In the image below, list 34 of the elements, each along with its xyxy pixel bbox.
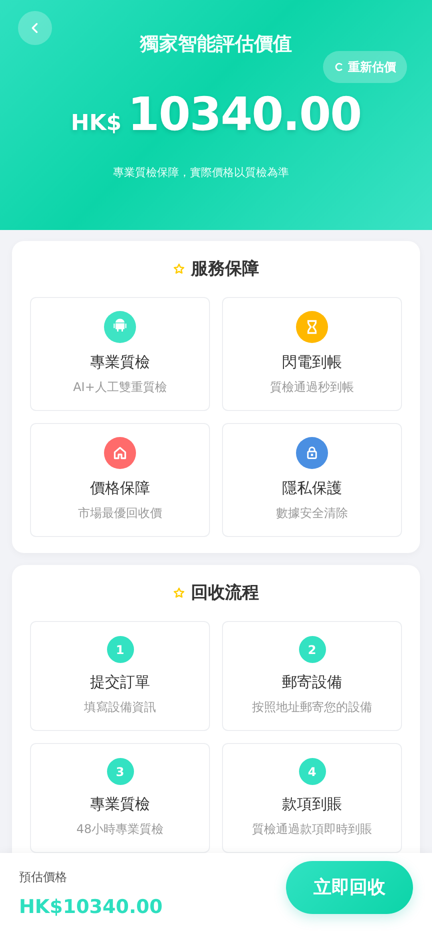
item-subtitle: 填寫設備資訊 [84,699,156,716]
section-title: 服務保障 [191,258,259,280]
item-title: 專業質檢 [90,353,150,372]
item-title: 隱私保護 [282,479,342,498]
page-title: 獨家智能評估價值 [140,32,292,57]
back-button[interactable] [18,11,52,45]
item-title: 閃電到帳 [282,353,342,372]
currency-label: HK$ [70,111,122,136]
step-number: 4 [298,758,326,785]
item-title: 價格保障 [90,479,150,498]
item-subtitle: 質檢通過款項即時到賬 [252,821,372,838]
item-subtitle: 數據安全清除 [276,505,348,522]
item-title: 提交訂單 [90,673,150,692]
step-number: 2 [298,636,326,663]
item-subtitle: 質檢通過秒到帳 [270,379,354,396]
refresh-icon [334,62,344,72]
price-label: 預估價格 [19,869,68,886]
item-subtitle: 48小時專業質檢 [76,821,164,838]
star-icon [173,586,185,598]
item-title: 款項到賬 [282,795,342,814]
price-amount: 10340.00 [128,87,362,141]
star-icon [173,262,185,274]
step-number: 3 [106,758,134,785]
recycle-button[interactable]: 立即回收 [286,860,413,914]
item-subtitle: 市場最優回收價 [78,505,162,522]
item-subtitle: 按照地址郵寄您的設備 [252,699,372,716]
item-subtitle: AI+人工雙重質檢 [73,379,167,396]
step-number: 1 [106,636,134,663]
price-note: 專業質檢保障，實際價格以質檢為準 [113,165,289,180]
estimated-price: HK$10340.00 [19,896,163,918]
item-title: 專業質檢 [90,795,150,814]
section-title: 回收流程 [191,582,259,604]
item-title: 郵寄設備 [282,673,342,692]
refresh-button[interactable]: 重新估價 [323,51,407,83]
